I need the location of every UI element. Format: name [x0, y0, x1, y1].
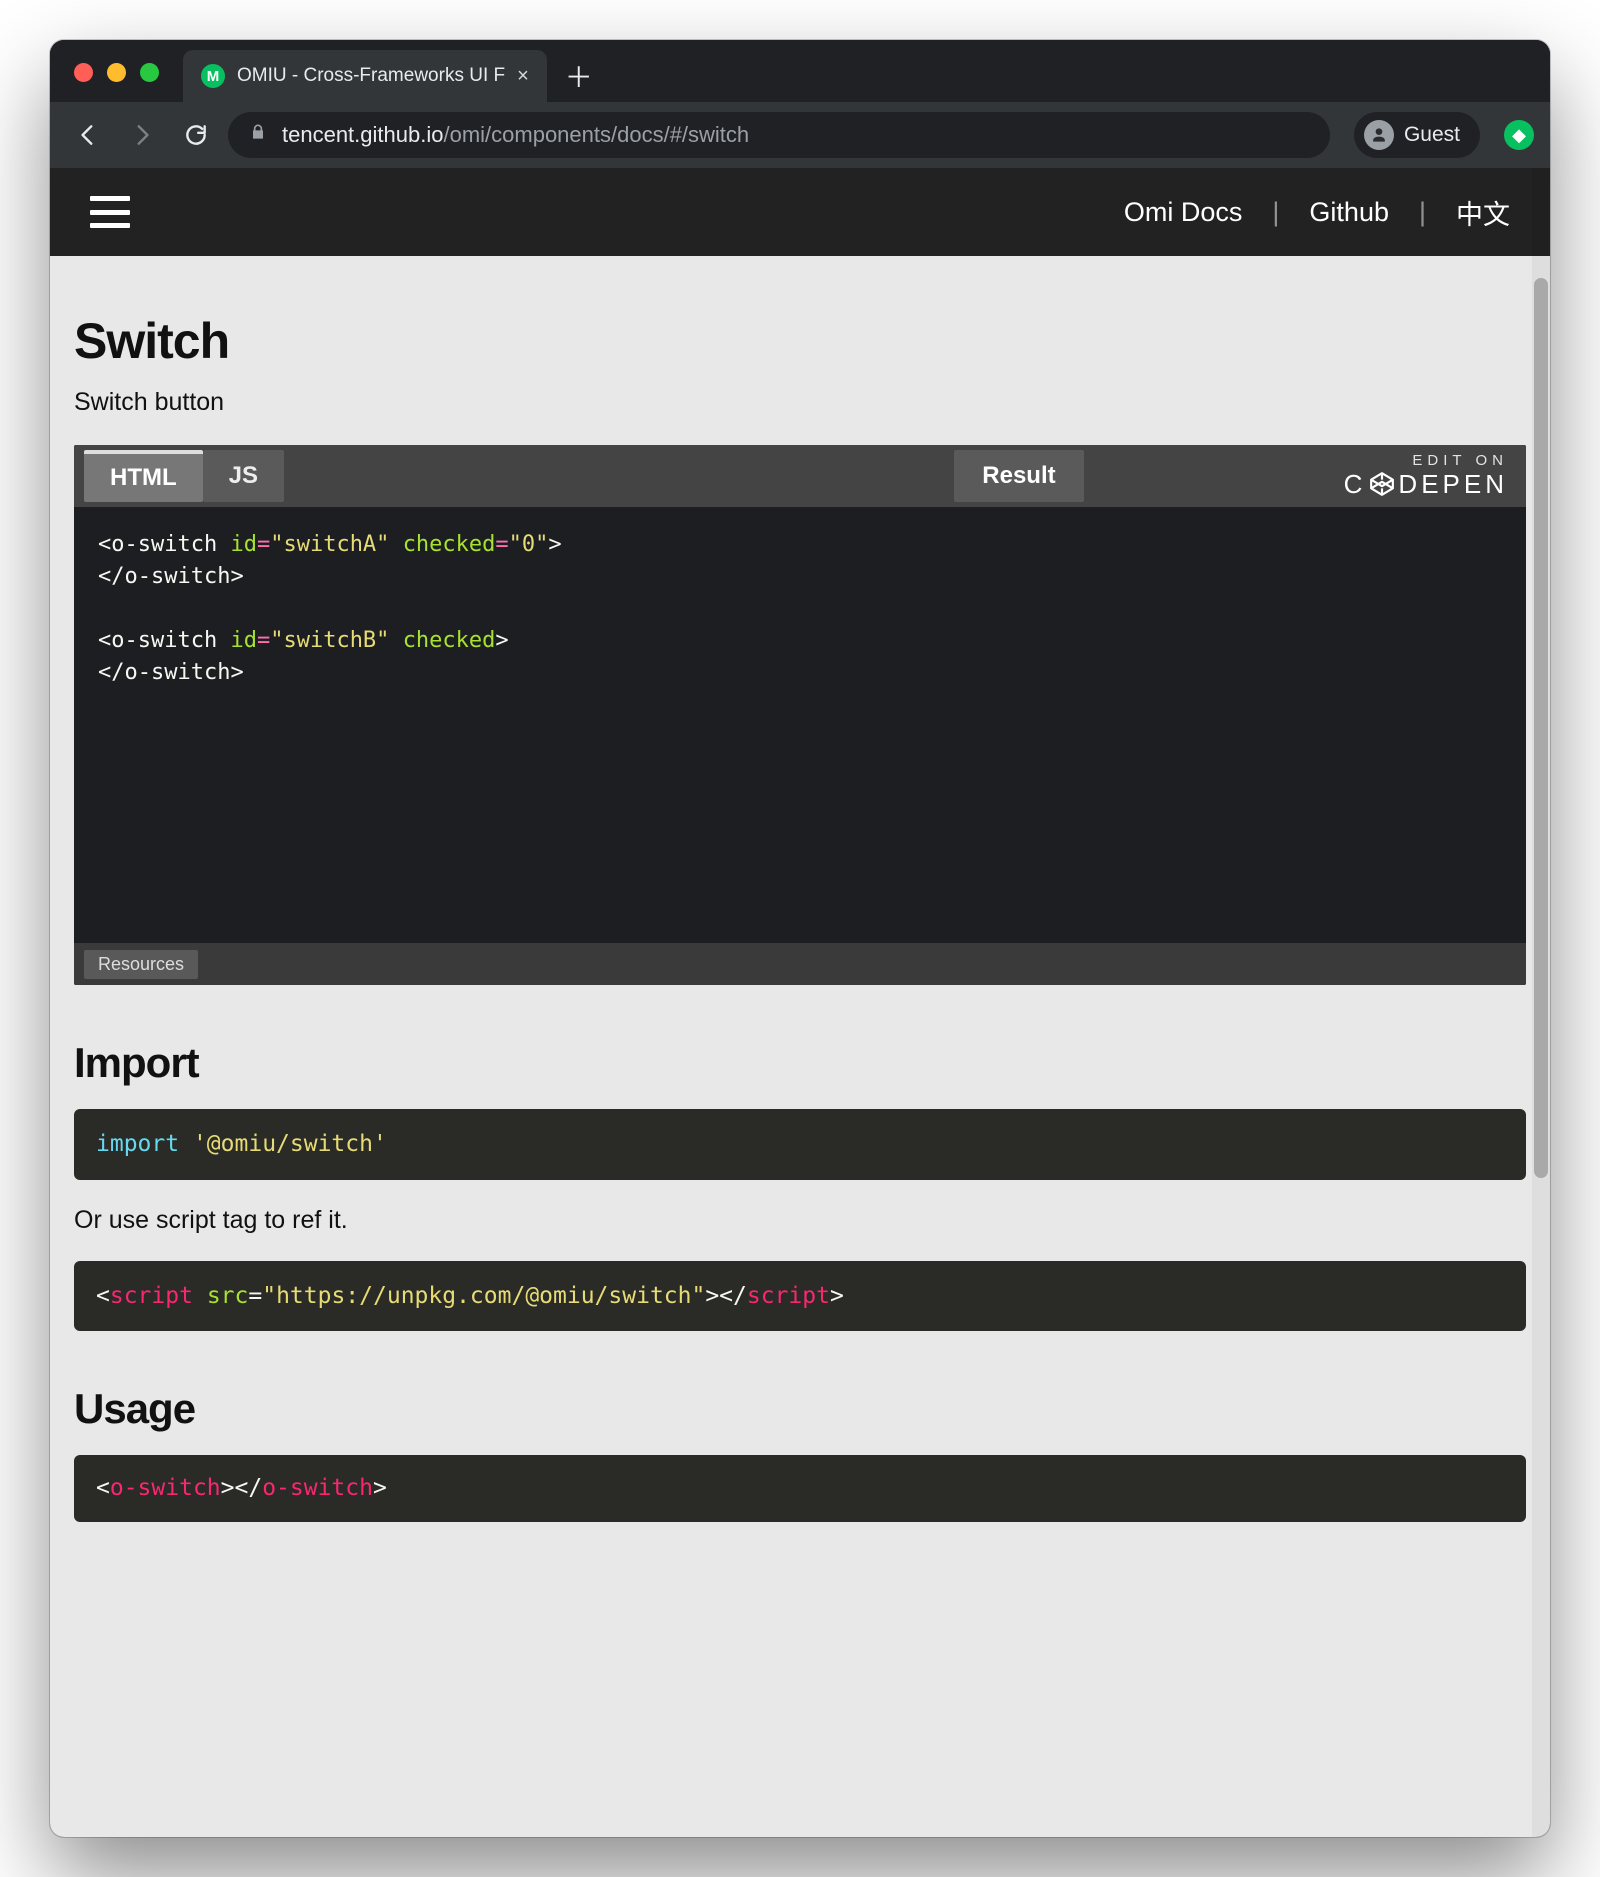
window-controls [50, 63, 159, 102]
codepen-footer: Resources [74, 943, 1526, 985]
page-viewport: Omi Docs | Github | 中文 Switch Switch but… [50, 168, 1550, 1837]
profile-button[interactable]: Guest [1354, 112, 1480, 158]
codepen-toolbar: HTML JS Result EDIT ON C DEPEN [74, 445, 1526, 507]
close-window-button[interactable] [74, 63, 93, 82]
nav-omi-docs[interactable]: Omi Docs [1124, 197, 1243, 228]
codepen-tabs: HTML JS [84, 450, 284, 502]
vertical-scrollbar[interactable] [1532, 168, 1550, 1837]
extension-icon[interactable]: ◆ [1504, 120, 1534, 150]
site-header: Omi Docs | Github | 中文 [50, 168, 1550, 256]
codepen-code: <o-switch id="switchA" checked="0"> </o-… [74, 507, 1526, 943]
url-text: tencent.github.io/omi/components/docs/#/… [282, 122, 749, 148]
tab-html[interactable]: HTML [84, 450, 203, 502]
browser-window: M OMIU - Cross-Frameworks UI F × ＋ tence… [50, 40, 1550, 1837]
scroll-thumb[interactable] [1534, 278, 1548, 1178]
codepen-logo: C DEPEN [1344, 470, 1508, 499]
edit-on-label: EDIT ON [1344, 453, 1508, 470]
close-tab-icon[interactable]: × [517, 66, 529, 86]
zoom-window-button[interactable] [140, 63, 159, 82]
tab-strip: M OMIU - Cross-Frameworks UI F × ＋ [159, 40, 1550, 102]
edit-on-codepen[interactable]: EDIT ON C DEPEN [1344, 453, 1508, 498]
lock-icon [248, 122, 268, 148]
browser-tab[interactable]: M OMIU - Cross-Frameworks UI F × [183, 50, 547, 102]
codepen-embed: HTML JS Result EDIT ON C DEPEN <o-switch… [74, 445, 1526, 985]
code-usage: <o-switch></o-switch> [74, 1455, 1526, 1522]
nav-github[interactable]: Github [1309, 197, 1389, 228]
nav-zh[interactable]: 中文 [1456, 193, 1510, 232]
page-title: Switch [74, 312, 1526, 370]
menu-icon[interactable] [90, 196, 130, 228]
import-note: Or use script tag to ref it. [74, 1206, 1526, 1235]
browser-toolbar: tencent.github.io/omi/components/docs/#/… [50, 102, 1550, 168]
reload-button[interactable] [174, 113, 218, 157]
new-tab-button[interactable]: ＋ [557, 54, 601, 98]
resources-button[interactable]: Resources [84, 950, 198, 979]
address-bar[interactable]: tencent.github.io/omi/components/docs/#/… [228, 112, 1330, 158]
tab-title: OMIU - Cross-Frameworks UI F [237, 65, 505, 87]
tab-result[interactable]: Result [954, 450, 1083, 502]
code-import: import '@omiu/switch' [74, 1109, 1526, 1180]
minimize-window-button[interactable] [107, 63, 126, 82]
favicon-icon: M [201, 64, 225, 88]
import-heading: Import [74, 1039, 1526, 1087]
nav-separator: | [1419, 197, 1426, 228]
header-nav: Omi Docs | Github | 中文 [1124, 193, 1510, 232]
avatar-icon [1364, 120, 1394, 150]
nav-separator: | [1272, 197, 1279, 228]
profile-label: Guest [1404, 123, 1460, 147]
back-button[interactable] [66, 113, 110, 157]
forward-button[interactable] [120, 113, 164, 157]
code-script-tag: <script src="https://unpkg.com/@omiu/swi… [74, 1261, 1526, 1332]
usage-heading: Usage [74, 1385, 1526, 1433]
titlebar: M OMIU - Cross-Frameworks UI F × ＋ [50, 40, 1550, 102]
doc-body: Switch Switch button HTML JS Result EDIT… [50, 256, 1550, 1532]
tab-js[interactable]: JS [203, 450, 284, 502]
page-subtitle: Switch button [74, 388, 1526, 417]
